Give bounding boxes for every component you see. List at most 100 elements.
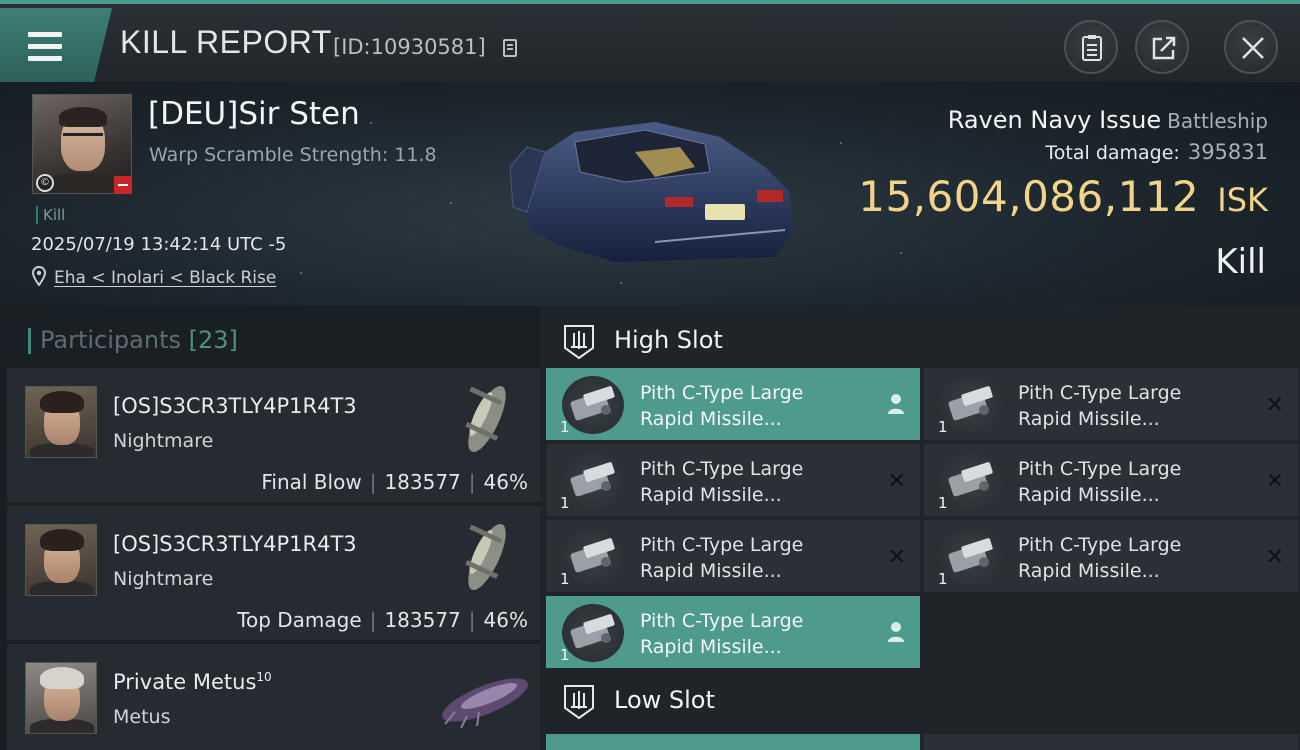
module-name: Pith C-Type Large Rapid Missile... xyxy=(640,534,804,582)
low-slot-module[interactable] xyxy=(546,734,920,750)
isk-unit: ISK xyxy=(1217,181,1268,219)
isk-value-line: 15,604,086,112 ISK xyxy=(858,172,1268,221)
ship-name[interactable]: Raven Navy Issue xyxy=(948,106,1161,134)
module-name: Pith C-Type Large Rapid Missile... xyxy=(1018,458,1182,506)
participant-name: Private Metus10 xyxy=(113,670,272,694)
module-item[interactable]: 1 Pith C-Type Large Rapid Missile... ✕ xyxy=(924,444,1298,516)
participant-ship: Nightmare xyxy=(113,430,214,452)
participants-count: [23] xyxy=(188,326,238,354)
copy-icon[interactable] xyxy=(503,39,517,57)
participant-percent: 46% xyxy=(483,608,528,632)
participant-avatar xyxy=(25,386,97,458)
module-status: ✕ xyxy=(1266,469,1284,494)
low-slot-module[interactable] xyxy=(924,734,1298,750)
module-name: Pith C-Type Large Rapid Missile... xyxy=(1018,382,1182,430)
participants-panel[interactable]: Participants [23] [OS]S3CR3TLY4P1R4T3 Ni… xyxy=(0,306,540,750)
module-name: Pith C-Type Large Rapid Missile... xyxy=(640,382,804,430)
missile-launcher-icon xyxy=(562,528,624,586)
participant-card[interactable]: [OS]S3CR3TLY4P1R4T3 Nightmare Top Damage… xyxy=(7,506,540,640)
module-item[interactable]: 1 Pith C-Type Large Rapid Missile... ✕ xyxy=(924,368,1298,440)
share-button[interactable] xyxy=(1135,20,1189,74)
participant-avatar xyxy=(25,524,97,596)
high-slot-icon xyxy=(564,325,594,360)
module-quantity: 1 xyxy=(560,570,570,588)
fitting-panel: High Slot 1 Pith C-Type Large Rapid Missil… xyxy=(540,306,1300,750)
module-name: Pith C-Type Large Rapid Missile... xyxy=(640,610,804,658)
participant-name: [OS]S3CR3TLY4P1R4T3 xyxy=(113,532,357,556)
module-quantity: 1 xyxy=(938,494,948,512)
page-title: KILL REPORT xyxy=(120,24,332,60)
participant-role: Final Blow xyxy=(261,470,362,494)
participant-avatar xyxy=(25,662,97,734)
kill-datetime: 2025/07/19 13:42:14 UTC -5 xyxy=(31,234,287,255)
participant-card[interactable]: Private Metus10 Metus xyxy=(7,644,540,750)
clipboard-icon xyxy=(1082,35,1102,61)
location-link[interactable]: Eha < Inolari < Black Rise xyxy=(54,268,276,288)
module-status: ✕ xyxy=(888,469,906,494)
result-label: Kill xyxy=(1215,242,1266,282)
missile-launcher-icon xyxy=(562,376,624,434)
menu-button[interactable] xyxy=(0,8,112,82)
participant-ship: Metus xyxy=(113,706,171,728)
location-pin-icon xyxy=(32,266,46,286)
participant-stats: Top Damage | 183577 | 46% xyxy=(237,608,528,632)
module-quantity: 1 xyxy=(560,646,570,664)
nightmare-ship-icon xyxy=(465,385,506,453)
ship-class: Battleship xyxy=(1167,109,1268,133)
module-status xyxy=(886,393,906,421)
total-damage-label: Total damage: xyxy=(1045,142,1180,164)
module-item[interactable]: 1 Pith C-Type Large Rapid Missile... xyxy=(546,596,920,668)
missile-launcher-icon xyxy=(562,452,624,510)
participant-ship: Nightmare xyxy=(113,568,214,590)
total-damage-value: 395831 xyxy=(1187,140,1268,164)
participant-stats: Final Blow | 183577 | 46% xyxy=(261,470,528,494)
module-quantity: 1 xyxy=(560,418,570,436)
participant-role: Top Damage xyxy=(237,608,362,632)
module-quantity: 1 xyxy=(560,494,570,512)
module-quantity: 1 xyxy=(938,418,948,436)
corp-icon: © xyxy=(36,174,54,192)
module-status: ✕ xyxy=(1266,393,1284,418)
standing-minus-icon xyxy=(114,176,132,194)
nightmare-ship-icon xyxy=(465,523,506,591)
module-item[interactable]: 1 Pith C-Type Large Rapid Missile... xyxy=(546,368,920,440)
module-item[interactable]: 1 Pith C-Type Large Rapid Missile... ✕ xyxy=(546,520,920,592)
ship-info: Raven Navy Issue Battleship xyxy=(948,106,1268,134)
participant-damage: 183577 xyxy=(384,608,461,632)
share-icon xyxy=(1152,36,1176,60)
hamburger-icon xyxy=(28,32,62,68)
missile-launcher-icon xyxy=(940,376,1002,434)
victim-header: © [DEU]Sir Sten Warp Scramble Strength: … xyxy=(0,82,1300,306)
victim-name[interactable]: [DEU]Sir Sten xyxy=(148,96,360,132)
isk-value: 15,604,086,112 xyxy=(858,172,1200,221)
person-icon xyxy=(888,394,904,414)
participant-name: [OS]S3CR3TLY4P1R4T3 xyxy=(113,394,357,418)
module-item[interactable]: 1 Pith C-Type Large Rapid Missile... ✕ xyxy=(546,444,920,516)
module-status xyxy=(886,621,906,649)
module-quantity: 1 xyxy=(938,570,948,588)
clipboard-button[interactable] xyxy=(1064,20,1118,74)
destroyed-x-icon: ✕ xyxy=(887,545,906,570)
module-name: Pith C-Type Large Rapid Missile... xyxy=(1018,534,1182,582)
destroyed-x-icon: ✕ xyxy=(1265,393,1284,418)
module-status: ✕ xyxy=(1266,545,1284,570)
participants-header: Participants [23] xyxy=(28,326,238,354)
participant-card[interactable]: [OS]S3CR3TLY4P1R4T3 Nightmare Final Blow… xyxy=(7,368,540,502)
report-id: [ID:10930581] xyxy=(333,35,486,59)
warp-scramble-strength: Warp Scramble Strength: 11.8 xyxy=(149,144,437,166)
close-button[interactable] xyxy=(1224,20,1278,74)
participant-level: 10 xyxy=(256,670,272,684)
participants-label: Participants xyxy=(40,326,181,354)
missile-launcher-icon xyxy=(940,528,1002,586)
low-slot-icon xyxy=(564,685,594,720)
destroyed-x-icon: ✕ xyxy=(887,469,906,494)
person-icon xyxy=(888,622,904,642)
high-slot-label: High Slot xyxy=(614,326,723,354)
module-name: Pith C-Type Large Rapid Missile... xyxy=(640,458,804,506)
missile-launcher-icon xyxy=(562,604,624,662)
missile-launcher-icon xyxy=(940,452,1002,510)
module-status: ✕ xyxy=(888,545,906,570)
low-slot-label: Low Slot xyxy=(614,686,715,714)
top-bar: KILL REPORT [ID:10930581] xyxy=(0,0,1300,82)
module-item[interactable]: 1 Pith C-Type Large Rapid Missile... ✕ xyxy=(924,520,1298,592)
